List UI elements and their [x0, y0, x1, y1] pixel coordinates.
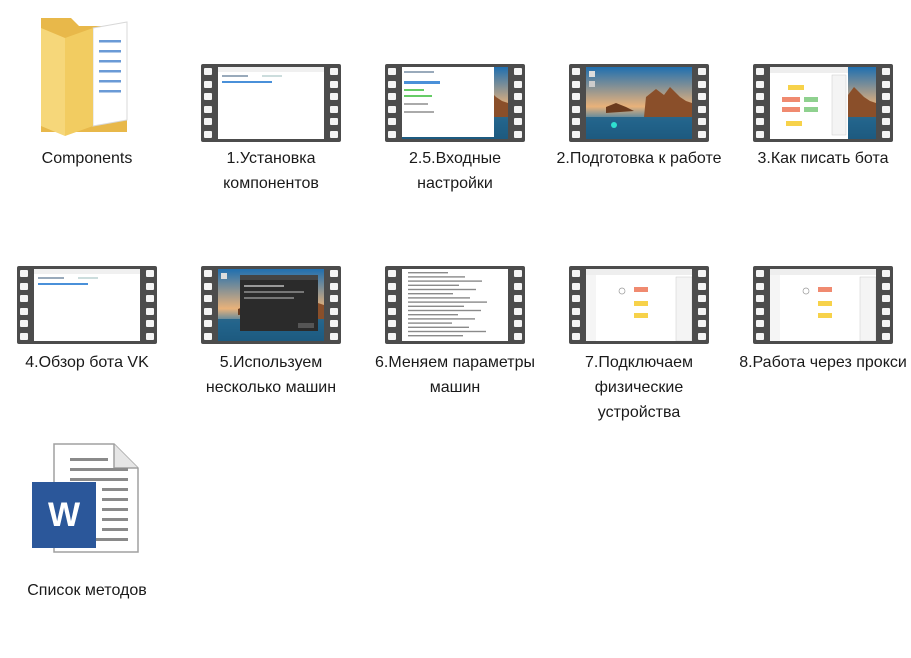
video-thumbnail — [753, 64, 893, 142]
video-file-icon — [370, 266, 540, 344]
video-thumbnail — [569, 266, 709, 344]
video-file-item[interactable]: 1.Установка компонентов — [186, 14, 356, 226]
video-file-item[interactable]: 8.Работа через прокси — [738, 266, 908, 430]
video-thumbnail — [569, 64, 709, 142]
video-file-icon — [554, 266, 724, 344]
video-thumbnail — [753, 266, 893, 344]
video-thumbnail — [17, 266, 157, 344]
folder-icon — [35, 14, 135, 141]
file-name-label: 8.Работа через прокси — [739, 354, 907, 371]
video-preview — [402, 67, 508, 139]
video-preview — [586, 67, 692, 139]
video-preview — [34, 269, 140, 341]
word-document-icon: W — [30, 442, 142, 554]
video-thumbnail — [385, 266, 525, 344]
video-file-item[interactable]: 5.Используем несколько машин — [186, 266, 356, 430]
file-name-label: 4.Обзор бота VK — [25, 354, 149, 371]
file-name-label: 7.Подключаем физические устройства — [584, 354, 694, 421]
video-file-item[interactable]: 7.Подключаем физические устройства — [554, 266, 724, 430]
folder-item[interactable]: Components — [2, 14, 172, 226]
video-preview — [218, 269, 324, 341]
video-file-icon — [186, 64, 356, 142]
video-file-icon — [554, 64, 724, 142]
file-name-label: Components — [41, 150, 133, 167]
file-name-label: 6.Меняем параметры машин — [374, 354, 536, 396]
video-preview — [586, 269, 692, 341]
video-preview — [402, 269, 508, 341]
video-preview — [770, 67, 876, 139]
file-name-label: Список методов — [27, 582, 147, 599]
file-name-label: 3.Как писать бота — [757, 150, 889, 167]
file-name-label: 2.5.Входные настройки — [408, 150, 502, 192]
video-thumbnail — [201, 64, 341, 142]
word-badge: W — [47, 496, 81, 534]
video-file-item[interactable]: 2.5.Входные настройки — [370, 14, 540, 226]
file-name-label: 1.Установка компонентов — [223, 150, 319, 192]
video-file-item[interactable]: 4.Обзор бота VK — [2, 266, 172, 430]
video-file-icon — [2, 266, 172, 344]
video-preview — [218, 67, 324, 139]
video-file-item[interactable]: 2.Подготовка к работе — [554, 14, 724, 226]
file-name-label: 5.Используем несколько машин — [205, 354, 337, 396]
video-thumbnail — [201, 266, 341, 344]
video-file-icon — [738, 266, 908, 344]
video-thumbnail — [385, 64, 525, 142]
video-file-icon — [738, 64, 908, 142]
video-file-icon — [186, 266, 356, 344]
video-file-item[interactable]: 6.Меняем параметры машин — [370, 266, 540, 430]
file-name-label: 2.Подготовка к работе — [556, 150, 722, 167]
document-item[interactable]: W Список методов — [2, 442, 172, 658]
video-preview — [770, 269, 876, 341]
video-file-icon — [370, 64, 540, 142]
video-file-item[interactable]: 3.Как писать бота — [738, 14, 908, 226]
